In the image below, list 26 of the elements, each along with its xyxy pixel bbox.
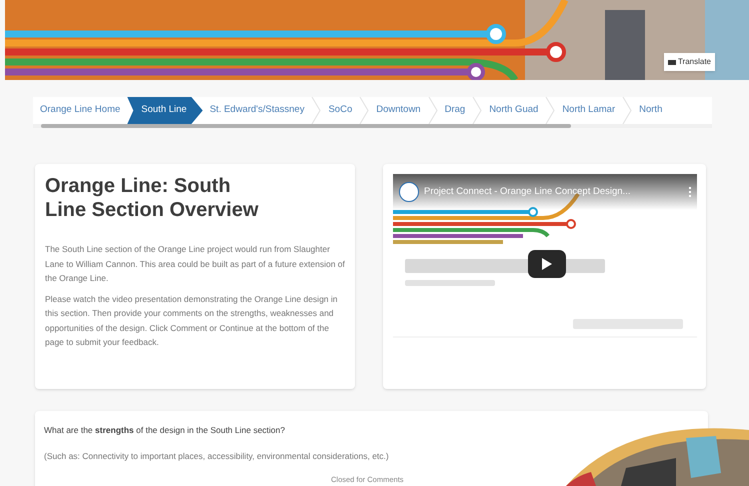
play-icon xyxy=(542,258,552,270)
overview-paragraph: The South Line section of the Orange Line project would run from Slaughter Lane to William Cannon. This area could be built as part of a future extension of the Orange Line. xyxy=(45,243,345,285)
step-tab[interactable]: North Lamar xyxy=(555,97,622,124)
overview-title: Orange Line: South Line Section Overview xyxy=(45,174,260,222)
chevron-divider-icon xyxy=(359,97,370,124)
step-tab[interactable]: SoCo xyxy=(321,97,360,124)
question-prompt: What are the strengths of the design in the South Line section? xyxy=(44,424,286,437)
step-tab[interactable]: North xyxy=(632,97,670,124)
video-title: Project Connect - Orange Line Concept Design... xyxy=(424,184,632,199)
step-tab[interactable]: South Line xyxy=(127,97,203,124)
play-button[interactable] xyxy=(528,250,566,278)
chevron-divider-icon xyxy=(472,97,482,124)
step-tab[interactable]: St. Edward's/Stassney xyxy=(202,97,312,124)
translate-icon xyxy=(668,60,676,64)
chevron-divider-icon xyxy=(545,97,556,124)
step-tab[interactable]: Orange Line Home xyxy=(33,97,128,124)
chevron-divider-icon xyxy=(428,97,438,124)
chevron-divider-icon xyxy=(311,97,322,124)
step-tab[interactable]: North Guad xyxy=(482,97,546,124)
scrollbar-thumb[interactable] xyxy=(41,124,571,128)
step-tab[interactable]: Downtown xyxy=(369,97,428,124)
overview-paragraph: Please watch the video presentation demonstrating the Orange Line design in this section. Then provide your comments on the strengths, weaknesses and opportunities of the design. Click Comment or Continue at the bottom of the page to submit your feedback. xyxy=(45,292,338,349)
translate-button[interactable]: Translate xyxy=(664,53,715,71)
question-hint: (Such as: Connectivity to important places, accessibility, environmental considerations, etc.) xyxy=(44,450,390,462)
chevron-divider-icon xyxy=(622,97,632,124)
step-tab[interactable]: Drag xyxy=(438,97,472,124)
